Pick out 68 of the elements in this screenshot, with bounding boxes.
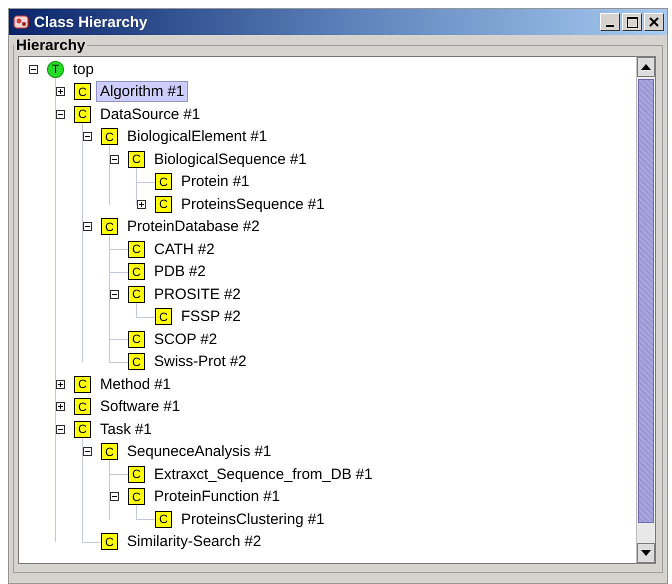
class-badge: C — [74, 398, 91, 416]
app-icon — [12, 13, 30, 31]
tree-item[interactable]: Method #1 — [96, 374, 175, 395]
scroll-thumb[interactable] — [638, 79, 654, 523]
tree-item[interactable]: Protein #1 — [177, 171, 254, 192]
tree-item[interactable]: BiologicalElement #1 — [123, 126, 272, 148]
expand-icon[interactable] — [137, 200, 146, 209]
tree-item[interactable]: top — [69, 58, 98, 80]
collapse-icon[interactable] — [110, 290, 119, 299]
tree-item[interactable]: Extraxct_Sequence_from_DB #1 — [150, 464, 376, 485]
collapse-icon[interactable] — [83, 132, 92, 142]
thing-badge: T — [47, 60, 64, 78]
tree-item[interactable]: SequneceAnalysis #1 — [123, 441, 276, 462]
tree-item[interactable]: Swiss-Prot #2 — [150, 351, 251, 372]
collapse-icon[interactable] — [110, 492, 119, 502]
tree-item[interactable]: ProteinsSequence #1 — [177, 194, 328, 215]
scrollbar[interactable] — [636, 57, 655, 563]
close-button[interactable] — [644, 13, 664, 31]
class-badge: C — [128, 150, 145, 168]
tree-item[interactable]: ProteinFunction #1 — [150, 486, 284, 508]
class-badge: C — [155, 196, 172, 213]
collapse-icon[interactable] — [83, 447, 92, 456]
collapse-icon[interactable] — [110, 154, 119, 164]
collapse-icon[interactable] — [29, 64, 38, 74]
scroll-up-icon[interactable] — [637, 57, 655, 77]
class-badge: C — [155, 308, 172, 326]
maximize-button[interactable] — [622, 13, 642, 31]
expand-icon[interactable] — [56, 380, 65, 389]
class-badge: C — [101, 218, 118, 236]
scroll-down-icon[interactable] — [637, 543, 655, 563]
class-badge: C — [128, 466, 145, 483]
class-badge: C — [155, 173, 172, 190]
tree-item[interactable]: BiologicalSequence #1 — [150, 148, 311, 170]
tree-item[interactable]: ProteinDatabase #2 — [123, 216, 264, 238]
collapse-icon[interactable] — [56, 110, 65, 119]
class-badge: C — [128, 240, 145, 258]
expand-icon[interactable] — [56, 402, 65, 412]
window-title: Class Hierarchy — [34, 14, 148, 30]
class-badge: C — [128, 330, 145, 348]
class-badge: C — [74, 376, 91, 393]
tree-item[interactable]: FSSP #2 — [177, 306, 245, 328]
tree-item[interactable]: Algorithm #1 — [96, 81, 188, 102]
tree-item[interactable]: DataSource #1 — [96, 104, 204, 125]
class-badge: C — [155, 510, 172, 528]
class-badge: C — [74, 106, 91, 123]
tree-item[interactable]: Task #1 — [96, 418, 156, 440]
class-badge: C — [101, 533, 118, 550]
class-badge: C — [128, 263, 145, 280]
tree-item[interactable]: PROSITE #2 — [150, 284, 245, 305]
class-badge: C — [128, 488, 145, 506]
close-icon — [649, 17, 659, 27]
tree-item[interactable]: PDB #2 — [150, 261, 210, 282]
tree-item[interactable]: SCOP #2 — [150, 328, 222, 350]
collapse-icon[interactable] — [56, 424, 65, 434]
tree-item[interactable]: ProteinsClustering #1 — [177, 508, 328, 530]
class-badge: C — [74, 83, 91, 100]
tree-item[interactable]: Software #1 — [96, 396, 184, 418]
minimize-button[interactable] — [600, 13, 620, 31]
class-badge: C — [128, 286, 145, 303]
class-badge: C — [101, 128, 118, 146]
tree-item[interactable]: CATH #2 — [150, 238, 219, 260]
class-badge: C — [74, 420, 91, 438]
collapse-icon[interactable] — [83, 222, 92, 232]
class-badge: C — [128, 353, 145, 370]
expand-icon[interactable] — [56, 87, 65, 96]
tree-item[interactable]: Similarity-Search #2 — [123, 531, 266, 552]
group-label: Hierarchy — [15, 37, 86, 54]
class-badge: C — [101, 443, 118, 460]
